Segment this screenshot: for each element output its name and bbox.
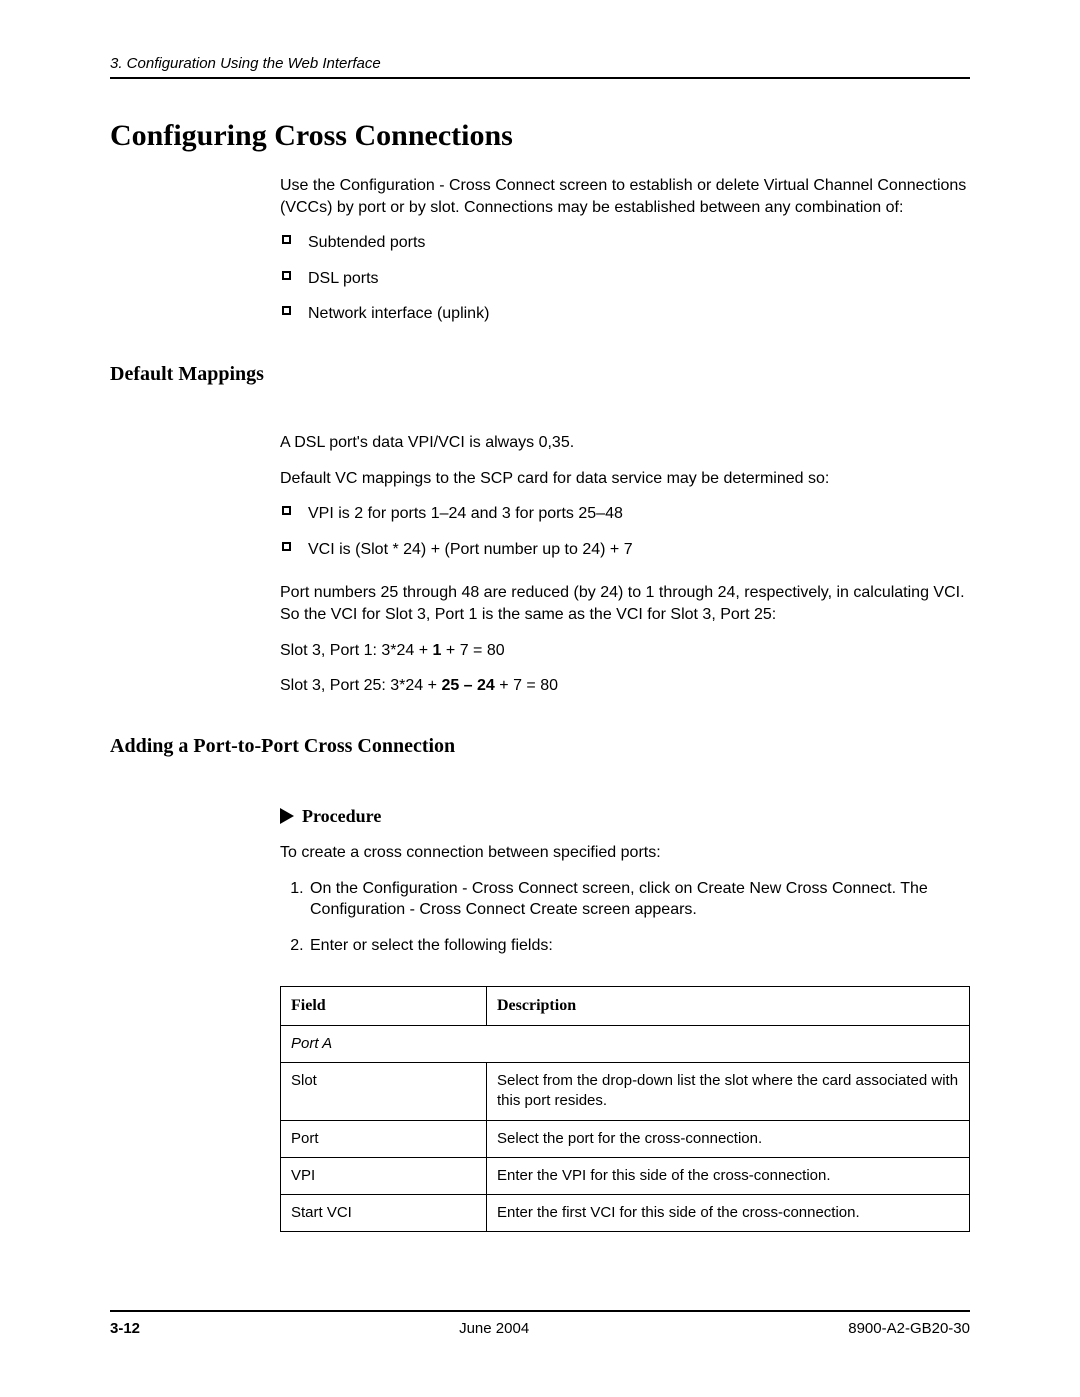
cell-desc: Select from the drop-down list the slot … [487, 1063, 970, 1121]
eq-text: + 7 = 80 [441, 642, 504, 659]
eq-bold: 25 – 24 [441, 677, 494, 694]
list-item: DSL ports [280, 268, 970, 290]
adding-block: Procedure To create a cross connection b… [280, 804, 970, 1233]
paragraph: To create a cross connection between spe… [280, 842, 970, 864]
list-item: Subtended ports [280, 232, 970, 254]
eq-text: + 7 = 80 [495, 677, 558, 694]
subheading-adding-cross-connection: Adding a Port-to-Port Cross Connection [110, 735, 970, 758]
table-row: Start VCI Enter the first VCI for this s… [281, 1195, 970, 1232]
procedure-heading: Procedure [280, 804, 970, 828]
page: 3. Configuration Using the Web Interface… [0, 0, 1080, 1397]
footer-docnum: 8900-A2-GB20-30 [848, 1320, 970, 1337]
eq-text: Slot 3, Port 25: 3*24 + [280, 677, 441, 694]
subheading-default-mappings: Default Mappings [110, 363, 970, 386]
step-item: Enter or select the following fields: [308, 935, 970, 957]
list-item: Network interface (uplink) [280, 303, 970, 325]
intro-bullet-list: Subtended ports DSL ports Network interf… [280, 232, 970, 325]
list-item: VCI is (Slot * 24) + (Port number up to … [280, 539, 970, 561]
page-number: 3-12 [110, 1320, 140, 1337]
table-row: VPI Enter the VPI for this side of the c… [281, 1157, 970, 1194]
equation-line: Slot 3, Port 1: 3*24 + 1 + 7 = 80 [280, 640, 970, 662]
table-header-row: Field Description [281, 987, 970, 1026]
triangle-icon [280, 808, 294, 824]
equation-line: Slot 3, Port 25: 3*24 + 25 – 24 + 7 = 80 [280, 675, 970, 697]
th-description: Description [487, 987, 970, 1026]
th-field: Field [281, 987, 487, 1026]
footer-date: June 2004 [459, 1320, 529, 1337]
eq-text: Slot 3, Port 1: 3*24 + [280, 642, 433, 659]
cell-desc: Enter the VPI for this side of the cross… [487, 1157, 970, 1194]
intro-paragraph: Use the Configuration - Cross Connect sc… [280, 175, 970, 218]
procedure-steps: On the Configuration - Cross Connect scr… [280, 878, 970, 957]
mapping-bullet-list: VPI is 2 for ports 1–24 and 3 for ports … [280, 503, 970, 560]
paragraph: Port numbers 25 through 48 are reduced (… [280, 582, 970, 625]
cell-desc: Select the port for the cross-connection… [487, 1120, 970, 1157]
cell-field: Start VCI [281, 1195, 487, 1232]
paragraph: Default VC mappings to the SCP card for … [280, 468, 970, 490]
running-header: 3. Configuration Using the Web Interface [110, 55, 970, 79]
page-footer: 3-12 June 2004 8900-A2-GB20-30 [110, 1310, 970, 1337]
step-item: On the Configuration - Cross Connect scr… [308, 878, 970, 921]
table-group-row: Port A [281, 1025, 970, 1062]
table-row: Port Select the port for the cross-conne… [281, 1120, 970, 1157]
procedure-label: Procedure [302, 804, 381, 828]
fields-table: Field Description Port A Slot Select fro… [280, 986, 970, 1232]
table-row: Slot Select from the drop-down list the … [281, 1063, 970, 1121]
cell-desc: Enter the first VCI for this side of the… [487, 1195, 970, 1232]
cell-field: VPI [281, 1157, 487, 1194]
group-cell: Port A [281, 1025, 970, 1062]
default-mappings-block: A DSL port's data VPI/VCI is always 0,35… [280, 432, 970, 697]
intro-block: Use the Configuration - Cross Connect sc… [280, 175, 970, 325]
page-title: Configuring Cross Connections [110, 119, 970, 153]
paragraph: A DSL port's data VPI/VCI is always 0,35… [280, 432, 970, 454]
cell-field: Slot [281, 1063, 487, 1121]
list-item: VPI is 2 for ports 1–24 and 3 for ports … [280, 503, 970, 525]
cell-field: Port [281, 1120, 487, 1157]
